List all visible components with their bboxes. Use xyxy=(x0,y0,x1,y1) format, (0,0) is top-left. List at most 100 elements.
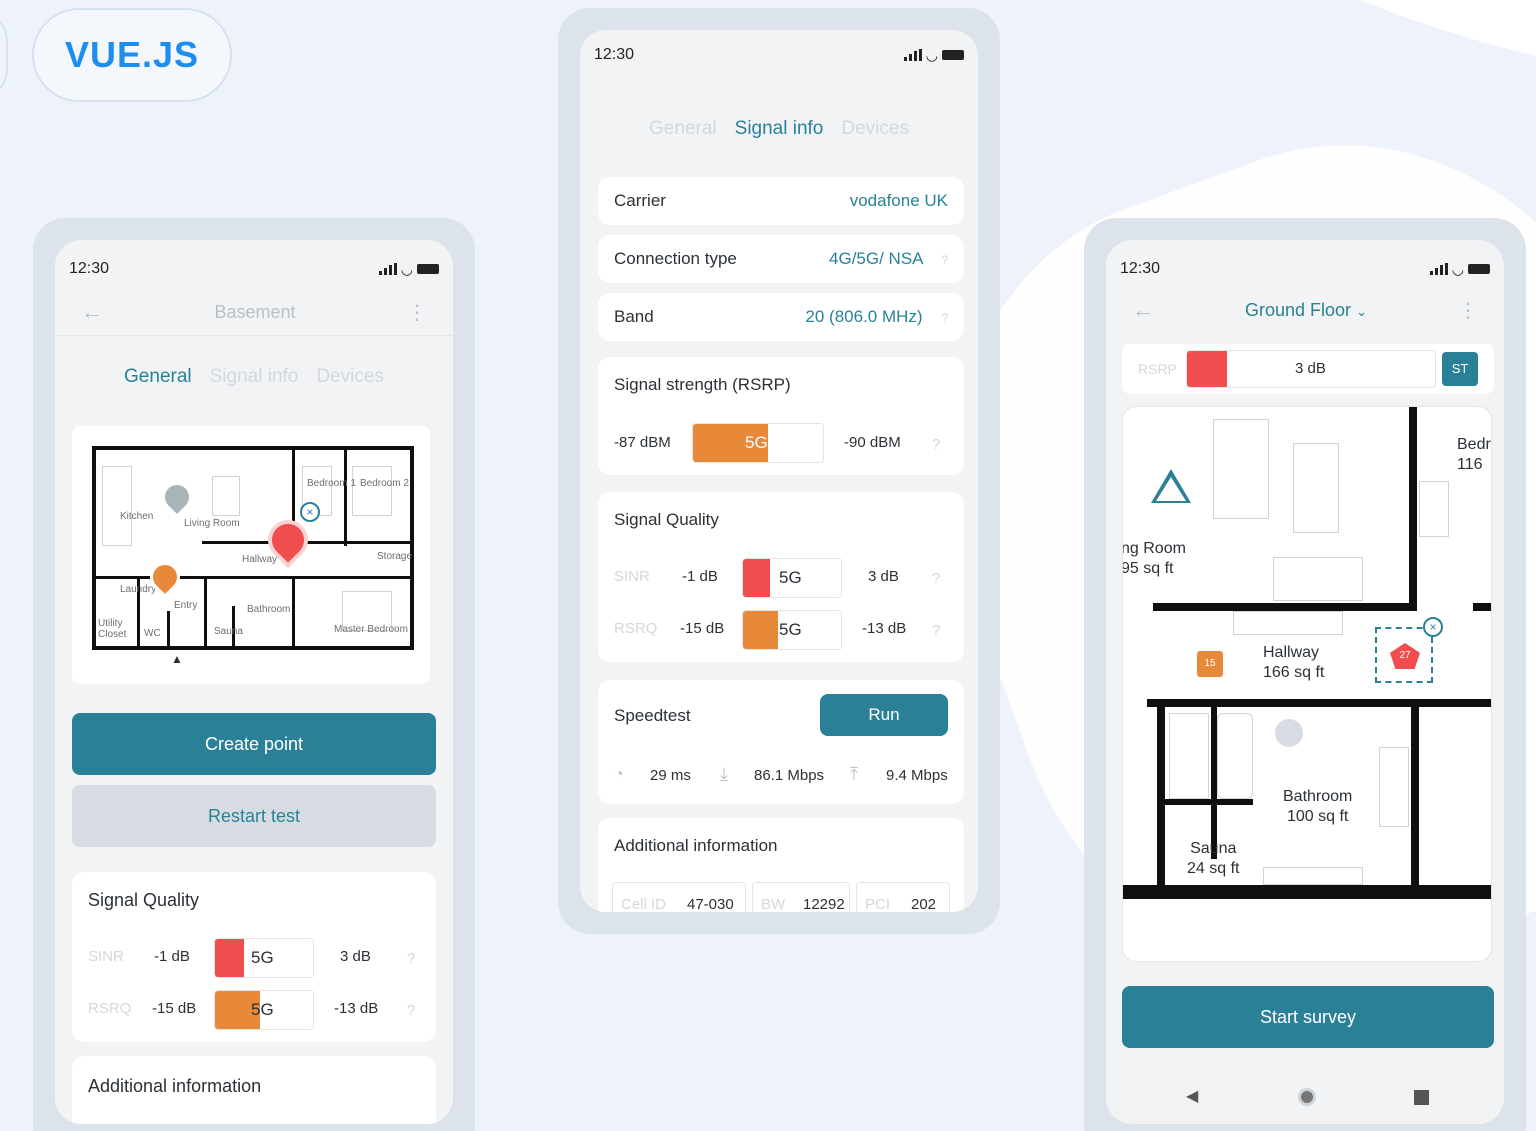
framework-badge: VUE.JS xyxy=(32,8,232,102)
point-orange[interactable]: 15 xyxy=(1197,651,1223,677)
rsrp-min: -87 dBM xyxy=(614,434,671,451)
pci-label: PCI xyxy=(865,896,891,912)
rsrp-panel: RSRP 3 dB ST xyxy=(1122,344,1494,394)
restart-test-button[interactable]: Restart test xyxy=(72,785,436,847)
sinr-min: -1 dB xyxy=(154,948,190,965)
tab-general[interactable]: General xyxy=(649,118,717,140)
rsrp-help-icon[interactable]: ? xyxy=(932,436,940,453)
room-label-entry: Entry xyxy=(174,600,198,611)
connection-type-value: 4G/5G/ NSA xyxy=(829,249,923,268)
upload-icon: ⤒ xyxy=(850,764,858,784)
bench xyxy=(1263,867,1363,885)
cell-id-label: Cell ID xyxy=(621,896,667,912)
room-label-sauna: Sauna xyxy=(214,626,243,637)
sinr-help-icon[interactable]: ? xyxy=(932,570,940,587)
floor-selector[interactable]: Ground Floor ⌄ xyxy=(1245,300,1367,321)
st-button[interactable]: ST xyxy=(1442,352,1478,386)
download-value: 86.1 Mbps xyxy=(754,767,825,784)
floor-title: Ground Floor xyxy=(1245,299,1352,320)
download-icon: ⤓ xyxy=(720,764,728,784)
more-icon[interactable]: ⋮ xyxy=(407,300,427,325)
create-point-button[interactable]: Create point xyxy=(72,713,436,775)
nav-back-icon[interactable]: ◀ xyxy=(1186,1086,1198,1106)
wall xyxy=(167,611,170,648)
rsrq-label: RSRQ xyxy=(88,1000,132,1017)
band-value: 20 (806.0 MHz) xyxy=(805,307,923,326)
cell-id-chip: Cell ID 47-030 xyxy=(612,882,746,912)
connection-help-icon[interactable]: ? xyxy=(941,253,948,267)
tab-signal-info[interactable]: Signal info xyxy=(735,118,824,140)
speedtest-title: Speedtest xyxy=(614,706,691,725)
wifi-icon: ◡ xyxy=(400,260,413,277)
signal-strength-title: Signal strength (RSRP) xyxy=(614,375,791,394)
connection-type-card: Connection type 4G/5G/ NSA ? xyxy=(598,235,964,283)
signal-quality-title: Signal Quality xyxy=(88,890,200,910)
signal-icon xyxy=(903,49,922,61)
more-icon[interactable]: ⋮ xyxy=(1458,298,1478,323)
rsrp-value: 3 dB xyxy=(1295,360,1326,377)
nav-home-icon[interactable] xyxy=(1298,1088,1316,1106)
floor-plan[interactable]: Kitchen Living Room Bedroom 1 Bedroom 2 … xyxy=(72,426,430,684)
room-label-wc: WC xyxy=(144,628,161,639)
sinr-fill xyxy=(743,559,771,597)
signal-icon xyxy=(1429,263,1448,275)
back-arrow-icon[interactable]: ← xyxy=(81,299,103,325)
rsrp-max: -90 dBM xyxy=(844,434,901,451)
sinr-bar: 5G xyxy=(214,938,314,978)
tab-bar: General Signal info Devices xyxy=(580,118,978,140)
room-label-sauna: Sauna 24 sq ft xyxy=(1187,840,1240,877)
cell-id-value: 47-030 xyxy=(687,896,734,912)
rsrq-bar: 5G xyxy=(742,610,842,650)
clock: 12:30 xyxy=(1120,260,1161,277)
wall xyxy=(1123,885,1491,899)
floor-plan[interactable]: Bedr 116 ng Room 95 sq ft Hallway 166 sq ft… xyxy=(1122,406,1492,962)
cabinet xyxy=(1233,611,1343,635)
middle-phone: 12:30 ◡ General Signal info Devices Carr… xyxy=(580,30,978,912)
band-help-icon[interactable]: ? xyxy=(941,311,948,325)
close-point-icon[interactable]: × xyxy=(1423,617,1443,637)
room-label-bathroom: Bathroom 100 sq ft xyxy=(1283,788,1353,825)
right-phone: 12:30 ◡ ← Ground Floor ⌄ ⋮ RSRP 3 dB ST xyxy=(1106,240,1504,1124)
divider xyxy=(55,335,453,336)
tab-devices[interactable]: Devices xyxy=(316,366,384,388)
rsrq-help-icon[interactable]: ? xyxy=(407,1002,415,1019)
nav-recent-icon[interactable] xyxy=(1414,1090,1429,1105)
sinr-fill xyxy=(215,939,245,977)
status-bar: 12:30 ◡ xyxy=(594,46,964,64)
left-phone: 12:30 ◡ ← Basement ⋮ General Signal info… xyxy=(55,240,453,1124)
back-arrow-icon[interactable]: ← xyxy=(1132,297,1154,323)
close-pin-icon[interactable]: × xyxy=(300,502,320,522)
map-pin-gray[interactable] xyxy=(155,475,199,519)
additional-info-card[interactable]: Additional information xyxy=(72,1056,436,1124)
sinr-max: 3 dB xyxy=(340,948,371,965)
rsrq-help-icon[interactable]: ? xyxy=(932,622,940,639)
run-button[interactable]: Run xyxy=(820,694,948,736)
tab-devices[interactable]: Devices xyxy=(841,118,909,140)
sinr-bar-label: 5G xyxy=(251,948,274,967)
room-label-hallway: Hallway xyxy=(242,554,278,565)
wall xyxy=(1473,603,1491,611)
rsrq-max: -13 dB xyxy=(862,620,907,637)
rsrp-bar: 3 dB xyxy=(1186,350,1436,388)
room-label-bedroom: Bedr 116 xyxy=(1457,436,1491,473)
wall xyxy=(292,576,295,648)
wall xyxy=(1147,699,1491,707)
sinr-help-icon[interactable]: ? xyxy=(407,950,415,967)
room-label-bedroom1: Bedroom 1 xyxy=(307,478,356,489)
bw-label: BW xyxy=(761,896,786,912)
start-survey-button[interactable]: Start survey xyxy=(1122,986,1494,1048)
clock: 12:30 xyxy=(594,46,635,63)
wall xyxy=(92,446,414,450)
status-bar: 12:30 ◡ xyxy=(1120,260,1490,278)
top-bar: ← Basement ⋮ xyxy=(55,298,453,326)
tab-signal-info[interactable]: Signal info xyxy=(210,366,299,388)
bw-value: 12292 xyxy=(803,896,845,912)
rsrp-fill xyxy=(1187,351,1227,387)
room-label-living: ng Room 95 sq ft xyxy=(1122,540,1186,577)
furniture xyxy=(352,466,392,516)
tab-general[interactable]: General xyxy=(124,366,192,388)
badge-edge xyxy=(0,8,8,102)
rsrq-label: RSRQ xyxy=(614,620,658,637)
speedtest-card: Speedtest Run ◔ 29 ms ⤓ 86.1 Mbps ⤒ 9.4 … xyxy=(598,680,964,804)
tab-bar: General Signal info Devices xyxy=(55,366,453,388)
